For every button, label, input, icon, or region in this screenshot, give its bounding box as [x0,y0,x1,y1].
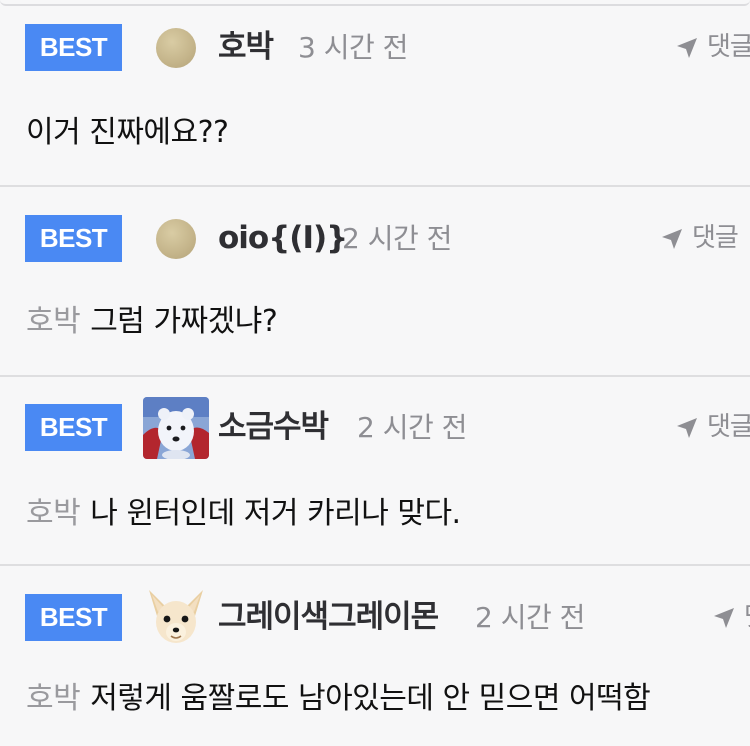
comment-body: 호박 나 윈터인데 저거 카리나 맞다. [26,492,461,536]
comment-header: BEST 호박 3 시간 전 댓글 [0,24,750,74]
comment-list: BEST 호박 3 시간 전 댓글 이거 진짜에요?? BEST oio{(I)… [0,0,750,746]
comment-item: BEST oio{(I)} 2 시간 전 댓글 호박 그럼 가짜겠냐? [0,187,750,377]
comment-header: BEST oio{(I)} 2 시간 전 댓글 [0,215,750,265]
comment-header: BEST 소금수박 2 시간 전 댓글 [0,397,750,459]
reply-button[interactable]: 댓글 [675,24,750,71]
comment-item: BEST 소금수박 2 시간 전 댓글 호박 나 윈터인데 저거 카리나 맞다. [0,377,750,566]
user-avatar[interactable] [156,28,196,68]
comment-text: 그럼 가짜겠냐? [90,304,278,339]
comment-text: 나 윈터인데 저거 카리나 맞다. [90,496,461,531]
comment-body: 호박 그럼 가짜겠냐? [26,300,278,344]
reply-label: 댓글 [707,32,750,62]
user-avatar[interactable] [156,219,196,259]
polar-bear-avatar[interactable] [143,397,209,459]
best-badge: BEST [25,24,122,71]
reply-button[interactable]: 댓 [712,594,750,641]
reply-label: 댓 [744,594,750,641]
comment-time: 3 시간 전 [298,31,408,64]
send-arrow-icon [677,37,697,58]
user-nickname[interactable]: 그레이색그레이몬 [218,594,439,641]
chihuahua-avatar[interactable] [143,586,209,650]
comment-item: BEST 호박 3 시간 전 댓글 이거 진짜에요?? [0,0,750,187]
user-nickname[interactable]: 소금수박 [218,404,329,451]
polar-bear-image [143,397,209,459]
comment-item: BEST 그레이색그레이몬 2 시간 전 댓 [0,566,750,746]
comment-text: 이거 진짜에요?? [26,115,229,150]
mention-username[interactable]: 호박 [26,496,81,531]
reply-button[interactable]: 댓글 [660,215,739,262]
mention-username[interactable]: 호박 [26,681,81,716]
chihuahua-image [149,590,203,643]
send-arrow-icon [662,228,682,249]
best-badge: BEST [25,215,122,262]
comment-text: 저렇게 움짤로도 남아있는데 안 믿으면 어떡함 [90,681,651,716]
comment-body: 이거 진짜에요?? [26,111,229,155]
comment-body: 호박 저렇게 움짤로도 남아있는데 안 믿으면 어떡함 [26,677,651,721]
best-badge: BEST [25,404,122,451]
comment-time: 2 시간 전 [342,222,452,255]
user-nickname[interactable]: oio{(I)} [218,215,348,262]
send-arrow-icon [677,417,697,438]
best-badge: BEST [25,594,122,641]
comment-header: BEST 그레이색그레이몬 2 시간 전 댓 [0,590,750,644]
reply-label: 댓글 [707,412,750,442]
comment-time: 2 시간 전 [475,601,585,634]
user-nickname[interactable]: 호박 [218,24,274,71]
reply-button[interactable]: 댓글 [675,404,750,451]
mention-username[interactable]: 호박 [26,304,81,339]
comment-time: 2 시간 전 [357,411,467,444]
send-arrow-icon [714,607,734,628]
reply-label: 댓글 [692,223,739,253]
